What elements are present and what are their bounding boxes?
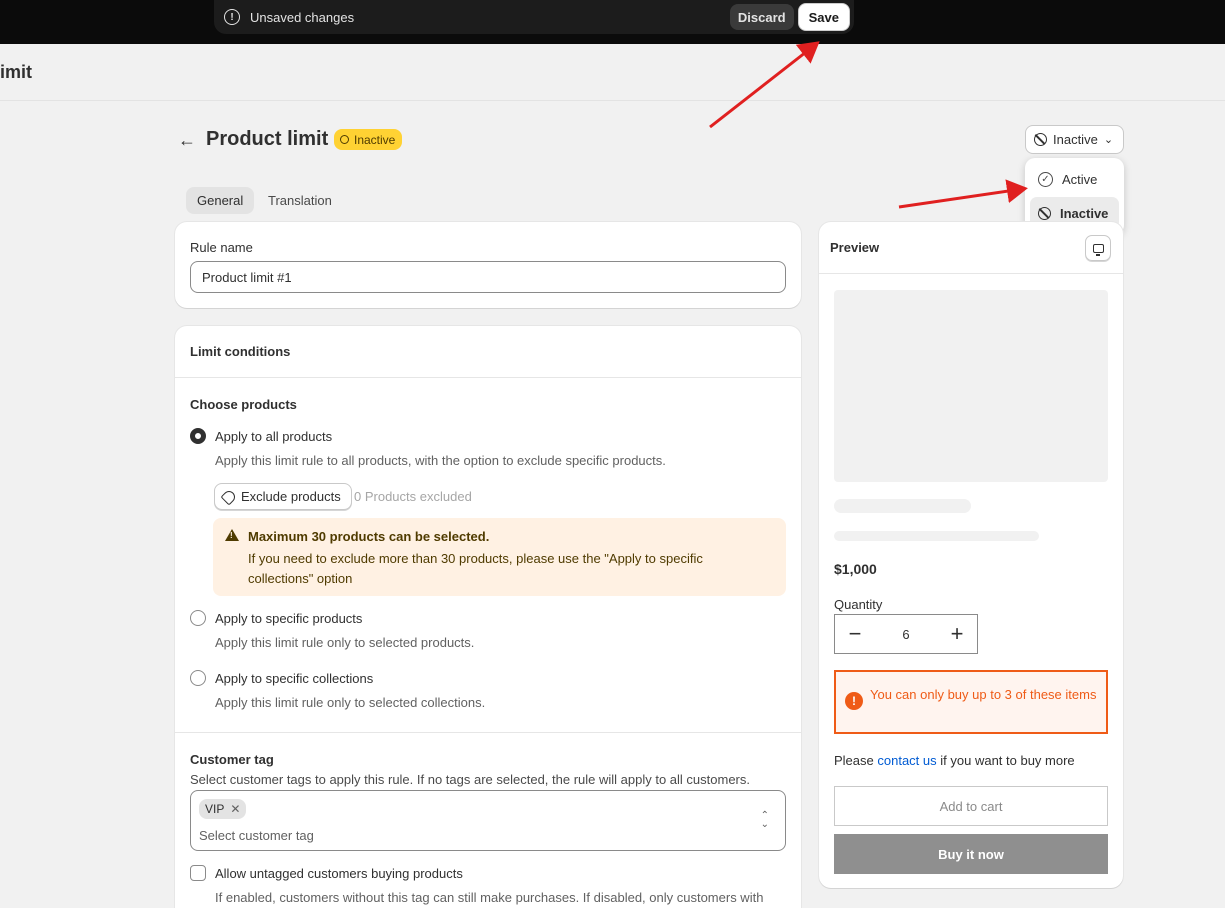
status-option-label: Active — [1062, 171, 1098, 187]
limit-message-box: ! You can only buy up to 3 of these item… — [834, 670, 1108, 734]
choose-products-title: Choose products — [190, 397, 297, 412]
preview-title: Preview — [830, 240, 880, 255]
unsaved-message: Unsaved changes — [250, 9, 355, 25]
status-badge: Inactive — [334, 129, 403, 150]
option-label: Apply to all products — [215, 429, 333, 444]
quantity-label: Quantity — [834, 597, 883, 612]
rule-name-card: Rule name Product limit #1 — [175, 222, 801, 308]
contact-prefix: Please — [834, 753, 874, 768]
subtitle-skeleton — [834, 531, 1039, 541]
remove-tag-icon[interactable]: ✕ — [230, 802, 240, 816]
product-price: $1,000 — [834, 561, 877, 577]
plus-icon[interactable]: + — [937, 621, 977, 647]
customer-tag-help: Select customer tags to apply this rule.… — [190, 772, 750, 787]
exclude-products-button[interactable]: Exclude products — [214, 483, 352, 510]
preview-divider — [819, 273, 1123, 274]
contextual-save-bar: ! Unsaved changes Discard Save — [214, 0, 854, 34]
buy-now-button[interactable]: Buy it now — [834, 834, 1108, 874]
tag-chip-label: VIP — [205, 802, 225, 816]
check-circle-icon: ✓ — [1038, 171, 1053, 187]
discard-button[interactable]: Discard — [729, 4, 794, 30]
contact-us-link[interactable]: contact us — [877, 753, 936, 768]
contact-text: Please contact us if you want to buy mor… — [834, 753, 1075, 768]
ban-icon — [1034, 133, 1047, 146]
ban-icon — [1038, 206, 1051, 220]
allow-untagged-label: Allow untagged customers buying products — [215, 866, 463, 881]
save-button[interactable]: Save — [797, 3, 850, 31]
contact-suffix: if you want to buy more — [940, 753, 1075, 768]
header-divider — [0, 100, 1225, 101]
status-option-active[interactable]: ✓ Active — [1030, 163, 1119, 195]
warning-title: Maximum 30 products can be selected. — [248, 529, 490, 544]
tab-translation[interactable]: Translation — [257, 187, 343, 214]
monitor-icon — [1092, 243, 1104, 256]
status-select-value: Inactive — [1053, 132, 1098, 147]
tab-general[interactable]: General — [186, 187, 255, 214]
limit-message: You can only buy up to 3 of these items — [870, 687, 1097, 702]
option-help: Apply this limit rule to all products, w… — [215, 453, 666, 468]
allow-untagged-help: If enabled, customers without this tag c… — [215, 890, 764, 905]
tag-chip: VIP ✕ — [199, 799, 247, 819]
warning-icon — [225, 529, 239, 541]
select-arrows-icon: ⌃ ⌄ — [760, 810, 769, 830]
option-label: Apply to specific products — [215, 611, 363, 626]
radio-all-products[interactable] — [190, 428, 206, 444]
alert-icon: ! — [845, 692, 863, 710]
desktop-view-button[interactable] — [1085, 235, 1111, 261]
limit-conditions-title: Limit conditions — [190, 344, 291, 359]
quantity-stepper: − 6 + — [834, 614, 978, 654]
page-title: Product limit — [206, 128, 329, 150]
preview-card: Preview $1,000 Quantity − 6 + ! You can … — [819, 222, 1123, 888]
warning-banner: Maximum 30 products can be selected. If … — [213, 518, 786, 596]
option-help: Apply this limit rule only to selected c… — [215, 695, 486, 710]
arrow-to-save — [709, 41, 820, 129]
option-label: Apply to specific collections — [215, 671, 374, 686]
status-select[interactable]: Inactive ⌄ — [1025, 125, 1124, 154]
title-skeleton — [834, 499, 971, 513]
status-dot-icon — [340, 135, 349, 144]
quantity-value[interactable]: 6 — [875, 627, 937, 642]
product-image-placeholder — [834, 290, 1108, 482]
warning-body: If you need to exclude more than 30 prod… — [248, 551, 703, 586]
alert-circle-icon: ! — [224, 9, 240, 25]
limit-conditions-card: Limit conditions Choose products Apply t… — [175, 326, 801, 908]
customer-tag-placeholder: Select customer tag — [199, 828, 314, 843]
section-divider — [175, 377, 801, 378]
customer-tag-select[interactable]: VIP ✕ Select customer tag ⌃ ⌄ — [190, 790, 786, 851]
status-option-label: Inactive — [1060, 205, 1109, 221]
tag-icon — [220, 488, 238, 505]
exclude-products-label: Exclude products — [241, 489, 341, 504]
chevron-down-icon: ⌄ — [1103, 134, 1114, 146]
minus-icon[interactable]: − — [835, 621, 875, 647]
add-to-cart-button[interactable]: Add to cart — [834, 786, 1108, 826]
rule-name-input[interactable]: Product limit #1 — [190, 261, 786, 293]
customer-tag-title: Customer tag — [190, 752, 274, 767]
radio-specific-products[interactable] — [190, 610, 206, 626]
allow-untagged-checkbox[interactable] — [190, 865, 206, 881]
app-title: imit — [0, 62, 33, 82]
option-help: Apply this limit rule only to selected p… — [215, 635, 475, 650]
status-badge-label: Inactive — [354, 132, 396, 147]
arrow-to-inactive — [898, 179, 1028, 209]
radio-specific-collections[interactable] — [190, 670, 206, 686]
section-divider — [175, 732, 801, 733]
rule-name-label: Rule name — [190, 240, 253, 255]
excluded-count: 0 Products excluded — [354, 489, 472, 504]
back-arrow-icon[interactable]: ← — [178, 130, 196, 151]
